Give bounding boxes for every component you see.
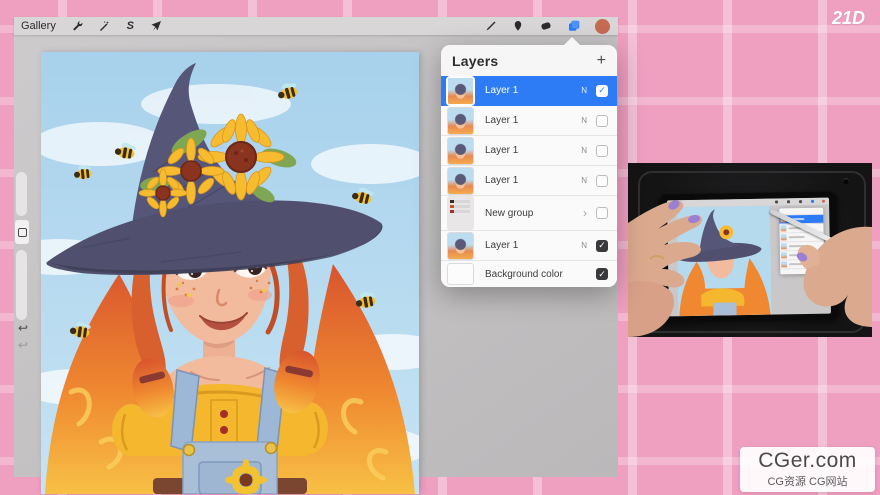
watermark-title: CGer.com — [758, 450, 857, 471]
layer-label: New group — [485, 208, 583, 219]
layer-thumbnail[interactable] — [448, 264, 473, 284]
blend-mode-label[interactable]: N — [581, 241, 587, 250]
layers-icon[interactable] — [567, 20, 580, 33]
layer-thumbnail[interactable] — [448, 138, 473, 164]
blend-mode-label[interactable]: N — [581, 86, 587, 95]
move-arrow-icon[interactable] — [150, 20, 163, 33]
modify-button[interactable] — [15, 220, 29, 244]
layer-row[interactable]: Layer 1N — [441, 136, 617, 166]
layers-panel-header: Layers + — [441, 45, 617, 76]
layer-row[interactable]: Layer 1N — [441, 106, 617, 136]
eraser-icon[interactable] — [539, 20, 552, 33]
brush-size-slider[interactable] — [16, 172, 27, 216]
watermark-badge: CGer.com CG资源 CG网站 — [740, 447, 875, 492]
left-hand — [628, 163, 738, 337]
layer-label: Background color — [485, 269, 596, 280]
layer-label: Layer 1 — [485, 175, 581, 186]
blend-mode-label[interactable]: N — [581, 146, 587, 155]
layer-label: Layer 1 — [485, 240, 581, 251]
background-color-row[interactable]: Background color — [441, 261, 617, 287]
layer-thumbnail[interactable] — [448, 168, 473, 194]
opacity-slider[interactable] — [16, 250, 27, 320]
layer-list: Layer 1NLayer 1NLayer 1NLayer 1NNew grou… — [441, 76, 617, 287]
wrench-icon[interactable] — [72, 20, 85, 33]
layer-row[interactable]: Layer 1N — [441, 231, 617, 261]
channel-logo-21d: 21D — [832, 8, 865, 29]
layer-thumbnail[interactable] — [448, 233, 473, 259]
modify-square-icon — [18, 228, 27, 237]
layer-row[interactable]: Layer 1N — [441, 76, 617, 106]
right-hand — [782, 217, 872, 337]
add-layer-button[interactable]: + — [597, 53, 606, 69]
case-screw — [843, 178, 849, 184]
drawing-canvas[interactable] — [41, 52, 419, 494]
chevron-right-icon[interactable]: › — [583, 207, 587, 219]
layer-label: Layer 1 — [485, 145, 581, 156]
visibility-checkbox[interactable] — [596, 85, 608, 97]
layer-thumbnail[interactable] — [448, 108, 473, 134]
visibility-checkbox[interactable] — [596, 268, 608, 280]
webcam-video-inset — [628, 163, 872, 337]
brush-icon[interactable] — [483, 20, 496, 33]
undo-button[interactable]: ↩ — [18, 322, 28, 334]
visibility-checkbox[interactable] — [596, 240, 608, 252]
visibility-checkbox[interactable] — [596, 145, 608, 157]
witch-girl-illustration — [41, 52, 419, 494]
blend-mode-label[interactable]: N — [581, 116, 587, 125]
top-toolbar: Gallery S — [14, 17, 618, 35]
watermark-subtitle: CG资源 CG网站 — [767, 473, 847, 489]
layer-row[interactable]: Layer 1N — [441, 166, 617, 196]
gallery-button[interactable]: Gallery — [21, 20, 56, 32]
redo-button[interactable]: ↩ — [18, 339, 28, 351]
visibility-checkbox[interactable] — [596, 115, 608, 127]
panel-caret — [563, 37, 581, 46]
visibility-checkbox[interactable] — [596, 207, 608, 219]
video-frame: { "window": { "toolbar": { "gallery_labe… — [0, 0, 880, 495]
magic-wand-icon[interactable] — [98, 20, 111, 33]
selection-s-icon[interactable]: S — [124, 20, 137, 33]
smudge-icon[interactable] — [511, 20, 524, 33]
color-swatch[interactable] — [595, 19, 610, 34]
layer-label: Layer 1 — [485, 85, 581, 96]
layers-title: Layers — [452, 53, 498, 69]
layer-thumbnail[interactable] — [448, 78, 473, 104]
blend-mode-label[interactable]: N — [581, 176, 587, 185]
layer-label: Layer 1 — [485, 115, 581, 126]
layer-thumbnail[interactable] — [448, 197, 473, 229]
layer-group-row[interactable]: New group› — [441, 196, 617, 231]
layers-panel: Layers + Layer 1NLayer 1NLayer 1NLayer 1… — [441, 45, 617, 287]
visibility-checkbox[interactable] — [596, 175, 608, 187]
